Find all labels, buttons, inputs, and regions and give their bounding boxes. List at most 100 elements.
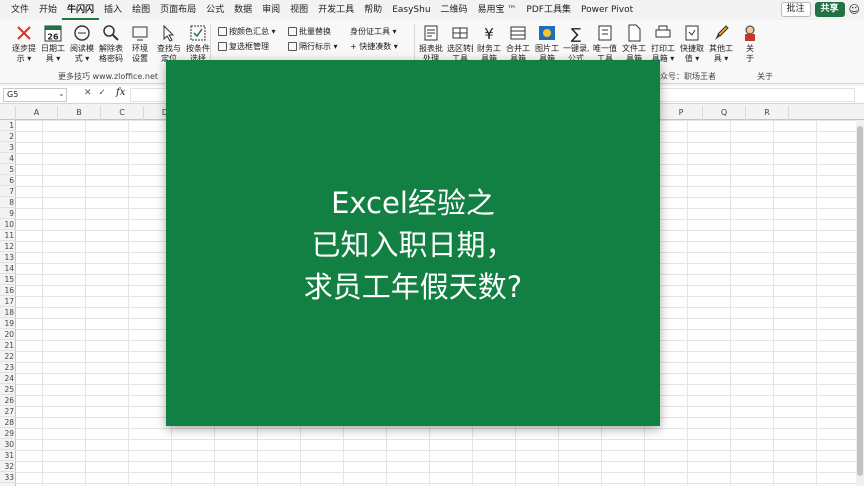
insert-function-button[interactable]: fx xyxy=(116,87,125,98)
share-button[interactable]: 共享 xyxy=(814,2,845,17)
tab-4[interactable]: 绘图 xyxy=(127,0,155,20)
row-header[interactable]: 28 xyxy=(0,417,16,428)
ribbon-button-label: 逐步提 xyxy=(12,44,36,53)
row-header[interactable]: 21 xyxy=(0,340,16,351)
row-header[interactable]: 27 xyxy=(0,406,16,417)
tab-9[interactable]: 视图 xyxy=(285,0,313,20)
tab-right-actions: 批注 共享 ☺ xyxy=(780,2,860,17)
ribbon-button-label: 示 ▾ xyxy=(16,54,32,63)
about-icon xyxy=(745,25,755,41)
small-button-row-mark[interactable]: 隔行标示 ▾ xyxy=(288,39,338,53)
ribbon-button-magnifier[interactable]: 解除表 格密码 xyxy=(98,24,124,70)
ribbon-button-about[interactable]: 关于 xyxy=(737,24,763,70)
row-header[interactable]: 8 xyxy=(0,197,16,208)
ribbon-button-label: 一键录入 xyxy=(563,44,589,53)
ribbon-button-label: 其他工 xyxy=(709,44,733,53)
ribbon-button-label: 快捷取 xyxy=(680,44,704,53)
small-button-id-tools[interactable]: 身份证工具 ▾ xyxy=(350,24,397,38)
ribbon-button-quick-value[interactable]: 快捷取值 ▾ xyxy=(679,24,705,70)
row-header[interactable]: 14 xyxy=(0,263,16,274)
tab-0[interactable]: 文件 xyxy=(6,0,34,20)
tab-10[interactable]: 开发工具 xyxy=(313,0,359,20)
row-header[interactable]: 1 xyxy=(0,120,16,131)
cancel-icon[interactable]: ✕ xyxy=(84,88,92,98)
chevron-down-icon[interactable]: ⌄ xyxy=(58,89,65,98)
tab-16[interactable]: Power Pivot xyxy=(576,0,638,20)
row-header[interactable]: 31 xyxy=(0,450,16,461)
ribbon-button-label: 阅读模 xyxy=(70,44,94,53)
convert-icon xyxy=(452,27,468,39)
column-header-b[interactable]: B xyxy=(58,106,101,120)
tab-8[interactable]: 审阅 xyxy=(257,0,285,20)
row-header[interactable]: 7 xyxy=(0,186,16,197)
row-header[interactable]: 10 xyxy=(0,219,16,230)
ribbon-button-close-x[interactable]: 逐步提示 ▾ xyxy=(11,24,37,70)
merge-icon xyxy=(510,26,526,40)
tab-13[interactable]: 二维码 xyxy=(436,0,473,20)
tab-11[interactable]: 帮助 xyxy=(359,0,387,20)
row-header[interactable]: 15 xyxy=(0,274,16,285)
tab-2[interactable]: 牛闪闪 xyxy=(62,0,100,20)
row-header[interactable]: 30 xyxy=(0,439,16,450)
ribbon-button-brush[interactable]: 其他工具 ▾ xyxy=(708,24,734,70)
row-header[interactable]: 25 xyxy=(0,384,16,395)
tab-15[interactable]: PDF工具集 xyxy=(521,0,576,20)
row-header[interactable]: 3 xyxy=(0,142,16,153)
tab-6[interactable]: 公式 xyxy=(201,0,229,20)
tab-5[interactable]: 页面布局 xyxy=(155,0,201,20)
svg-text:26: 26 xyxy=(47,33,59,42)
small-button-batch-replace[interactable]: 批量替换 xyxy=(288,24,331,38)
vertical-scrollbar[interactable] xyxy=(856,120,864,486)
ribbon-button-label: 于 xyxy=(746,54,754,63)
column-header-p[interactable]: P xyxy=(660,106,703,120)
ribbon-tabs: 文件 开始 牛闪闪 插入 绘图 页面布局 公式 数据 审阅 视图 开发工具 帮助 EasyShu 二维码易… xyxy=(0,0,864,20)
calendar-icon: 26 xyxy=(44,25,62,42)
tab-12[interactable]: EasyShu xyxy=(387,0,435,20)
tab-1[interactable]: 开始 xyxy=(34,0,62,20)
row-header[interactable]: 9 xyxy=(0,208,16,219)
ribbon-caption-website: 更多技巧 www.zloffice.net xyxy=(58,72,159,81)
ribbon-button-environment[interactable]: 环境 设置 xyxy=(127,24,153,70)
small-button-checkbox[interactable]: 复选框管理 xyxy=(218,39,269,53)
row-header[interactable]: 12 xyxy=(0,241,16,252)
row-header[interactable]: 29 xyxy=(0,428,16,439)
row-header[interactable]: 32 xyxy=(0,461,16,472)
row-header[interactable]: 26 xyxy=(0,395,16,406)
row-header[interactable]: 11 xyxy=(0,230,16,241)
small-button-color-sum[interactable]: 按颜色汇总 ▾ xyxy=(218,24,276,38)
row-header[interactable]: 22 xyxy=(0,351,16,362)
row-header[interactable]: 5 xyxy=(0,164,16,175)
tab-3[interactable]: 插入 xyxy=(99,0,127,20)
column-header-r[interactable]: R xyxy=(746,106,789,120)
comment-button[interactable]: 批注 xyxy=(780,2,811,17)
enter-icon[interactable]: ✓ xyxy=(98,88,106,98)
scrollbar-thumb[interactable] xyxy=(857,126,863,476)
row-header[interactable]: 33 xyxy=(0,472,16,483)
ribbon-button-reading-mode[interactable]: 阅读模式 ▾ xyxy=(69,24,95,70)
row-header[interactable]: 17 xyxy=(0,296,16,307)
ribbon-button-label: 具 ▾ xyxy=(713,54,729,63)
column-header-q[interactable]: Q xyxy=(703,106,746,120)
column-header-c[interactable]: C xyxy=(101,106,144,120)
row-header[interactable]: 20 xyxy=(0,329,16,340)
picture-icon xyxy=(539,26,555,40)
row-header[interactable]: 6 xyxy=(0,175,16,186)
tab-7[interactable]: 数据 xyxy=(229,0,257,20)
row-header[interactable]: 23 xyxy=(0,362,16,373)
ribbon-button-label: 报表批 xyxy=(419,44,443,53)
small-button-quick-sum[interactable]: + 快捷凑数 ▾ xyxy=(350,39,398,53)
row-headers: 1 2 3 4 5 6 7 8 9 10 11 12 13 14 15 16 17 18 19 20 21 22 23 24 2… xyxy=(0,120,16,486)
row-header[interactable]: 24 xyxy=(0,373,16,384)
select-all-corner[interactable] xyxy=(0,106,16,120)
row-header[interactable]: 18 xyxy=(0,307,16,318)
row-header[interactable]: 13 xyxy=(0,252,16,263)
row-header[interactable]: 19 xyxy=(0,318,16,329)
row-header[interactable]: 4 xyxy=(0,153,16,164)
ribbon-button-calendar[interactable]: 26 日期工具 ▾ xyxy=(40,24,66,70)
column-header-a[interactable]: A xyxy=(16,106,58,120)
row-header[interactable]: 2 xyxy=(0,131,16,142)
person-icon[interactable]: ☺ xyxy=(849,2,860,17)
tab-14[interactable]: 易用宝 ™ xyxy=(473,0,522,20)
file-icon xyxy=(628,24,641,42)
row-header[interactable]: 16 xyxy=(0,285,16,296)
